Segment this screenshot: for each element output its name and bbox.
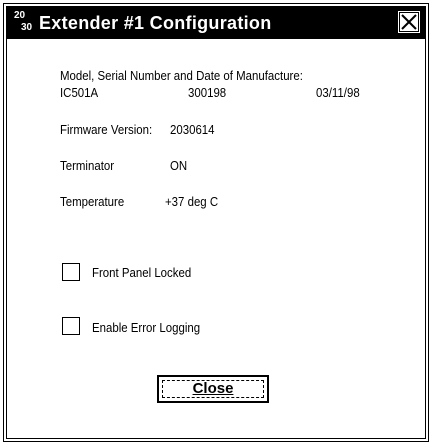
close-x-icon[interactable] [398,11,420,33]
date-value: 03/11/98 [316,85,360,100]
window-title: Extender #1 Configuration [39,13,272,33]
firmware-label: Firmware Version: [60,122,153,137]
model-header: Model, Serial Number and Date of Manufac… [60,68,303,83]
dialog-body: Model, Serial Number and Date of Manufac… [7,39,425,438]
app-icon: 20 30 [13,10,35,36]
enable-error-logging-checkbox[interactable] [62,317,80,335]
firmware-value: 2030614 [170,122,215,137]
temperature-label: Temperature [60,194,125,209]
enable-error-logging-label[interactable]: Enable Error Logging [92,320,200,335]
close-button-label: Close [192,380,234,397]
close-button[interactable]: Close [157,375,269,403]
front-panel-locked-label[interactable]: Front Panel Locked [92,265,191,280]
terminator-value: ON [170,158,188,173]
app-icon-top: 20 [14,10,26,21]
dialog-frame: 20 30 Extender #1 Configuration Model, S… [6,6,426,439]
terminator-label: Terminator [60,158,115,173]
serial-value: 300198 [188,85,227,100]
model-value: IC501A [60,85,99,100]
front-panel-locked-checkbox[interactable] [62,263,80,281]
app-icon-bottom: 30 [21,22,33,33]
temperature-value: +37 deg C [165,194,219,209]
config-dialog: 20 30 Extender #1 Configuration Model, S… [3,3,429,442]
title-bar[interactable]: 20 30 Extender #1 Configuration [7,7,425,39]
